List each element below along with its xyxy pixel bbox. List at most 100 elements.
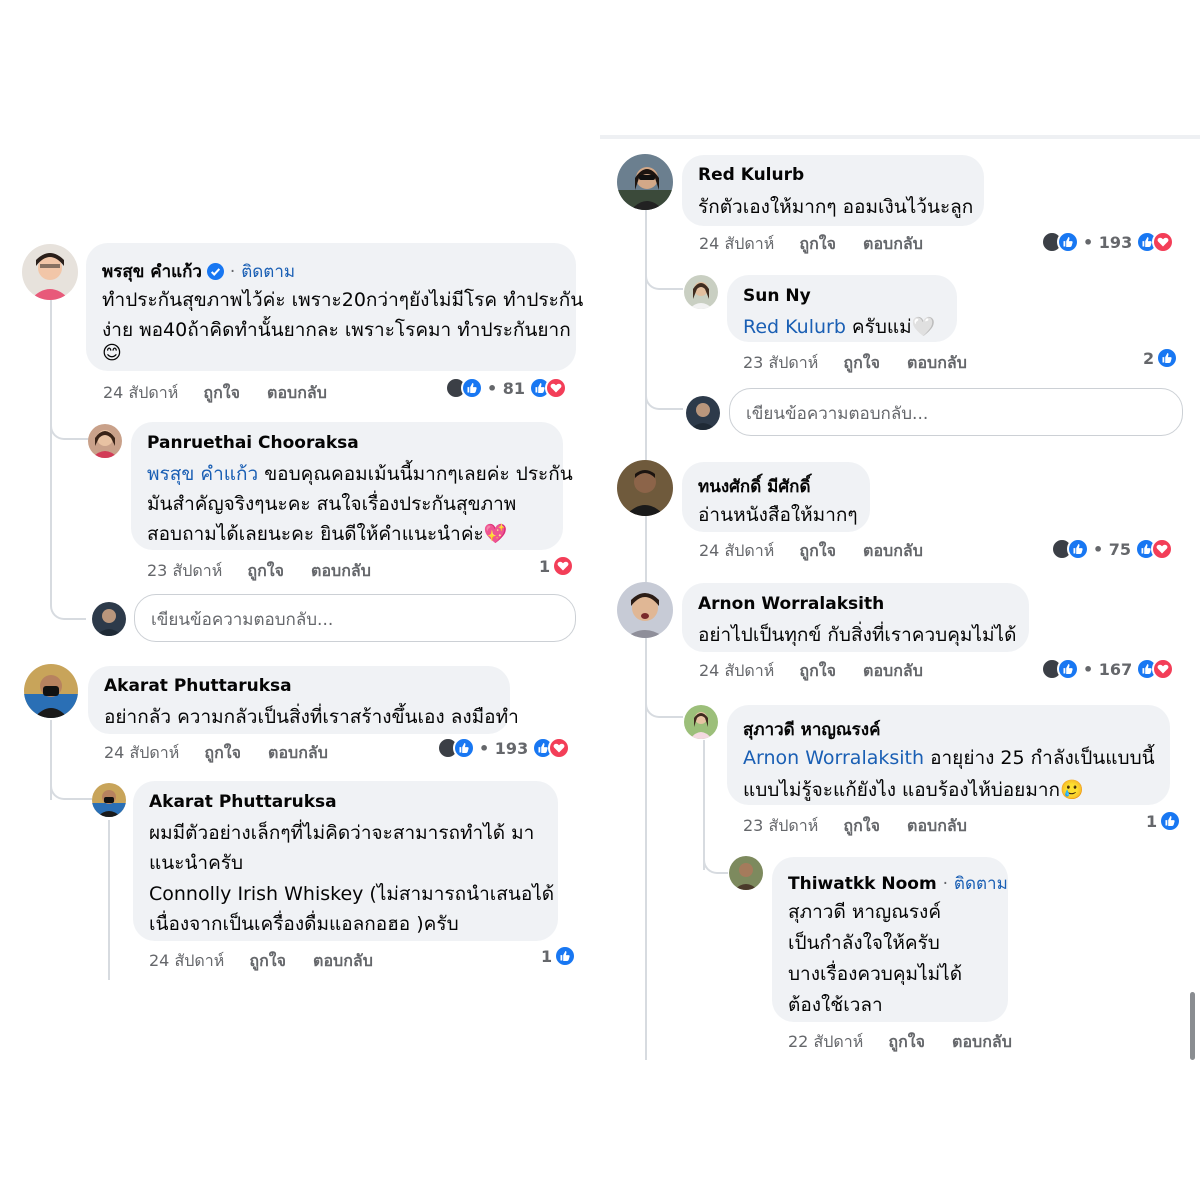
- current-user-avatar: [92, 602, 126, 636]
- comment-time[interactable]: 23 สัปดาห์: [743, 353, 818, 372]
- like-action[interactable]: ถูกใจ: [843, 816, 880, 835]
- reaction-count: • 81: [487, 378, 526, 398]
- love-icon: [1152, 231, 1175, 253]
- mention-link[interactable]: พรสุข คำแก้ว: [147, 463, 258, 485]
- love-icon: [545, 377, 568, 399]
- like-action[interactable]: ถูกใจ: [204, 743, 241, 762]
- avatar[interactable]: [617, 460, 673, 516]
- avatar[interactable]: [24, 664, 78, 718]
- current-user-avatar: [686, 396, 720, 430]
- like-action[interactable]: ถูกใจ: [203, 383, 240, 402]
- follow-link[interactable]: ติดตาม: [241, 262, 295, 282]
- mention-link[interactable]: Arnon Worralaksith: [743, 747, 924, 769]
- like-action[interactable]: ถูกใจ: [888, 1032, 925, 1051]
- avatar[interactable]: [617, 582, 673, 638]
- comment-author[interactable]: Thiwatkk Noom · ติดตาม: [788, 870, 1008, 897]
- reply-bubble: Sun Ny Red Kulurb ครับแม่🤍: [727, 275, 957, 342]
- reaction-summary[interactable]: 1: [1146, 810, 1182, 832]
- comment-author[interactable]: Akarat Phuttaruksa: [104, 676, 292, 696]
- comment-text: อย่ากลัว ความกลัวเป็นสิ่งที่เราสร้างขึ้น…: [104, 706, 519, 728]
- comment-text: แบบไม่รู้จะแก้ยังไง แอบร้องไห้บ่อยมาก🥲: [743, 779, 1084, 801]
- comment-time[interactable]: 24 สัปดาห์: [103, 383, 178, 402]
- avatar[interactable]: [729, 856, 763, 890]
- avatar[interactable]: [92, 783, 126, 817]
- follow-link[interactable]: ติดตาม: [954, 874, 1008, 894]
- comment-text: Connolly Irish Whiskey (ไม่สามารถนำเสนอไ…: [149, 883, 555, 905]
- verified-badge-icon: [206, 263, 224, 280]
- comment-text: อย่าไปเป็นทุกข์ กับสิ่งที่เราควบคุมไม่ได…: [698, 624, 1017, 646]
- comment-author[interactable]: Sun Ny: [743, 286, 811, 306]
- avatar[interactable]: [22, 244, 78, 300]
- scrollbar-thumb[interactable]: [1190, 992, 1195, 1060]
- like-action[interactable]: ถูกใจ: [247, 561, 284, 580]
- reply-action[interactable]: ตอบกลับ: [863, 661, 923, 680]
- comment-text: บางเรื่องควบคุมไม่ได้: [788, 963, 963, 985]
- reply-action[interactable]: ตอบกลับ: [863, 234, 923, 253]
- like-action[interactable]: ถูกใจ: [799, 661, 836, 680]
- comment-time[interactable]: 22 สัปดาห์: [788, 1032, 863, 1051]
- reaction-summary[interactable]: 1: [539, 555, 575, 577]
- avatar[interactable]: [617, 154, 673, 210]
- reaction-summary[interactable]: • 193: [1041, 231, 1175, 253]
- comment-time[interactable]: 24 สัปดาห์: [149, 951, 224, 970]
- comment-emoji: 😊: [102, 342, 122, 364]
- comment-text: ง่าย พอ40ถ้าคิดทำนั้นยากละ เพราะโรคมา ทำ…: [102, 319, 571, 341]
- comment-time[interactable]: 23 สัปดาห์: [743, 816, 818, 835]
- like-action[interactable]: ถูกใจ: [843, 353, 880, 372]
- reaction-count: 1: [539, 556, 551, 576]
- reply-action[interactable]: ตอบกลับ: [952, 1032, 1012, 1051]
- comment-time[interactable]: 24 สัปดาห์: [699, 541, 774, 560]
- reply-action[interactable]: ตอบกลับ: [863, 541, 923, 560]
- avatar[interactable]: [684, 705, 718, 739]
- reaction-summary[interactable]: • 81: [445, 377, 568, 399]
- comment-time[interactable]: 24 สัปดาห์: [104, 743, 179, 762]
- comment-author[interactable]: Panruethai Chooraksa: [147, 433, 359, 453]
- comment-text: อ่านหนังสือให้มากๆ: [698, 504, 858, 526]
- comment-time[interactable]: 24 สัปดาห์: [699, 661, 774, 680]
- comment-author[interactable]: Red Kulurb: [698, 165, 804, 185]
- avatar[interactable]: [684, 275, 718, 309]
- reaction-summary[interactable]: • 167: [1041, 658, 1175, 680]
- mention-link[interactable]: Red Kulurb: [743, 316, 846, 338]
- comment-text: สุภาวดี หาญณรงค์: [788, 901, 942, 923]
- reaction-count: • 75: [1093, 539, 1132, 559]
- like-icon: [1067, 538, 1089, 560]
- like-icon: [1057, 658, 1079, 680]
- comment-author[interactable]: พรสุข คำแก้ว · ติดตาม: [102, 258, 295, 285]
- reply-action[interactable]: ตอบกลับ: [268, 743, 328, 762]
- reply-action[interactable]: ตอบกลับ: [267, 383, 327, 402]
- reaction-count: • 167: [1083, 659, 1133, 679]
- reply-input[interactable]: เขียนข้อความตอบกลับ...: [134, 594, 576, 642]
- comment-author[interactable]: Akarat Phuttaruksa: [149, 792, 337, 812]
- comment-author[interactable]: สุภาวดี หาญณรงค์: [743, 716, 880, 743]
- comment-bubble: Arnon Worralaksith อย่าไปเป็นทุกข์ กับสิ…: [682, 583, 1029, 652]
- comment-time[interactable]: 23 สัปดาห์: [147, 561, 222, 580]
- comment-text: ผมมีตัวอย่างเล็กๆที่ไม่คิดว่าจะสามารถทำไ…: [149, 822, 535, 844]
- reply-action[interactable]: ตอบกลับ: [311, 561, 371, 580]
- like-action[interactable]: ถูกใจ: [799, 234, 836, 253]
- comment-author[interactable]: ทนงศักดิ์ มีศักดิ์: [698, 473, 811, 500]
- comment-bubble: พรสุข คำแก้ว · ติดตาม ทำประกันสุขภาพไว้ค…: [86, 243, 583, 371]
- comment-text: สอบถามได้เลยนะคะ ยินดีให้คำแนะนำค่ะ💖: [147, 523, 508, 545]
- comment-bubble: Red Kulurb รักตัวเองให้มากๆ ออมเงินไว้นะ…: [682, 155, 984, 226]
- reply-action[interactable]: ตอบกลับ: [313, 951, 373, 970]
- comment-text: มันสำคัญจริงๆนะคะ สนใจเรื่องประกันสุขภาพ: [147, 493, 517, 515]
- reply-action[interactable]: ตอบกลับ: [907, 816, 967, 835]
- reply-action[interactable]: ตอบกลับ: [907, 353, 967, 372]
- reaction-summary[interactable]: • 193: [437, 737, 571, 759]
- love-icon: [548, 737, 571, 759]
- reply-connector: [50, 380, 92, 440]
- like-action[interactable]: ถูกใจ: [249, 951, 286, 970]
- love-icon: [1152, 658, 1175, 680]
- comment-author[interactable]: Arnon Worralaksith: [698, 594, 884, 614]
- avatar[interactable]: [88, 424, 122, 458]
- reply-input[interactable]: เขียนข้อความตอบกลับ...: [729, 388, 1183, 436]
- comment-text: แนะนำครับ: [149, 852, 244, 874]
- reaction-summary[interactable]: • 75: [1051, 538, 1174, 560]
- reaction-summary[interactable]: 1: [541, 945, 577, 967]
- like-action[interactable]: ถูกใจ: [799, 541, 836, 560]
- reaction-summary[interactable]: 2: [1143, 347, 1179, 369]
- comment-text: Red Kulurb ครับแม่🤍: [743, 316, 936, 338]
- comment-time[interactable]: 24 สัปดาห์: [699, 234, 774, 253]
- like-icon: [453, 737, 475, 759]
